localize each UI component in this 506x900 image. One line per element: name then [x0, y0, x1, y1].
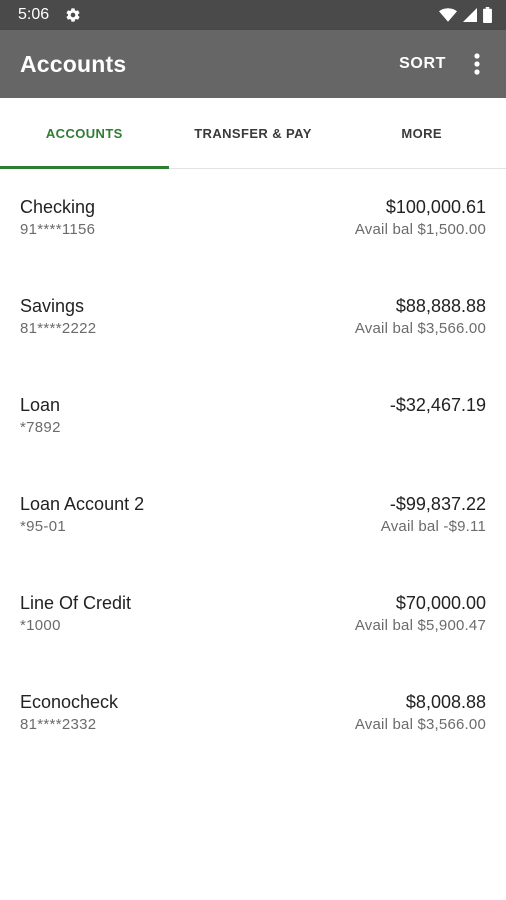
- sort-button[interactable]: SORT: [399, 55, 446, 73]
- wifi-icon: [439, 8, 457, 22]
- account-name: Checking: [20, 197, 96, 217]
- account-balance: -$99,837.22: [389, 494, 486, 514]
- account-row-checking[interactable]: Checking 91****1156 $100,000.61 Avail ba…: [0, 169, 506, 268]
- account-available-balance: Avail bal -$9.11: [380, 518, 486, 535]
- account-list: Checking 91****1156 $100,000.61 Avail ba…: [0, 169, 506, 763]
- account-balance: -$32,467.19: [389, 395, 486, 415]
- account-available-balance: Avail bal $3,566.00: [354, 716, 486, 733]
- account-name: Econocheck: [20, 692, 119, 712]
- overflow-menu-icon[interactable]: [468, 52, 486, 76]
- account-number: 81****2222: [20, 320, 97, 337]
- account-available-balance: Avail bal $1,500.00: [354, 221, 486, 238]
- account-row-line-of-credit[interactable]: Line Of Credit *1000 $70,000.00 Avail ba…: [0, 565, 506, 664]
- status-bar: 5:06: [0, 0, 506, 30]
- account-number: *1000: [20, 617, 61, 634]
- account-number: 91****1156: [20, 221, 96, 238]
- account-name: Savings: [20, 296, 85, 316]
- account-name: Loan Account 2: [20, 494, 145, 514]
- account-balance: $70,000.00: [395, 593, 486, 613]
- account-name: Loan: [20, 395, 61, 415]
- tab-transfer-pay[interactable]: TRANSFER & PAY: [169, 98, 338, 168]
- account-balance: $8,008.88: [405, 692, 486, 712]
- tab-more[interactable]: MORE: [337, 98, 506, 168]
- status-icons: [439, 7, 492, 23]
- account-available-balance: Avail bal $5,900.47: [354, 617, 486, 634]
- tab-accounts[interactable]: ACCOUNTS: [0, 98, 169, 169]
- app-bar: Accounts SORT: [0, 30, 506, 98]
- status-time: 5:06: [18, 6, 50, 23]
- account-number: 81****2332: [20, 716, 97, 733]
- page-title: Accounts: [20, 50, 127, 77]
- account-row-loan-account-2[interactable]: Loan Account 2 *95-01 -$99,837.22 Avail …: [0, 466, 506, 565]
- account-number: *7892: [20, 419, 61, 436]
- account-available-balance: Avail bal $3,566.00: [354, 320, 486, 337]
- signal-icon: [463, 8, 477, 22]
- battery-icon: [483, 7, 492, 23]
- gear-icon: [65, 7, 81, 23]
- account-row-econocheck[interactable]: Econocheck 81****2332 $8,008.88 Avail ba…: [0, 664, 506, 763]
- tab-bar: ACCOUNTS TRANSFER & PAY MORE: [0, 98, 506, 169]
- account-row-loan[interactable]: Loan *7892 -$32,467.19: [0, 367, 506, 466]
- account-name: Line Of Credit: [20, 593, 132, 613]
- account-balance: $88,888.88: [395, 296, 486, 316]
- account-row-savings[interactable]: Savings 81****2222 $88,888.88 Avail bal …: [0, 268, 506, 367]
- account-balance: $100,000.61: [385, 197, 486, 217]
- account-number: *95-01: [20, 518, 67, 535]
